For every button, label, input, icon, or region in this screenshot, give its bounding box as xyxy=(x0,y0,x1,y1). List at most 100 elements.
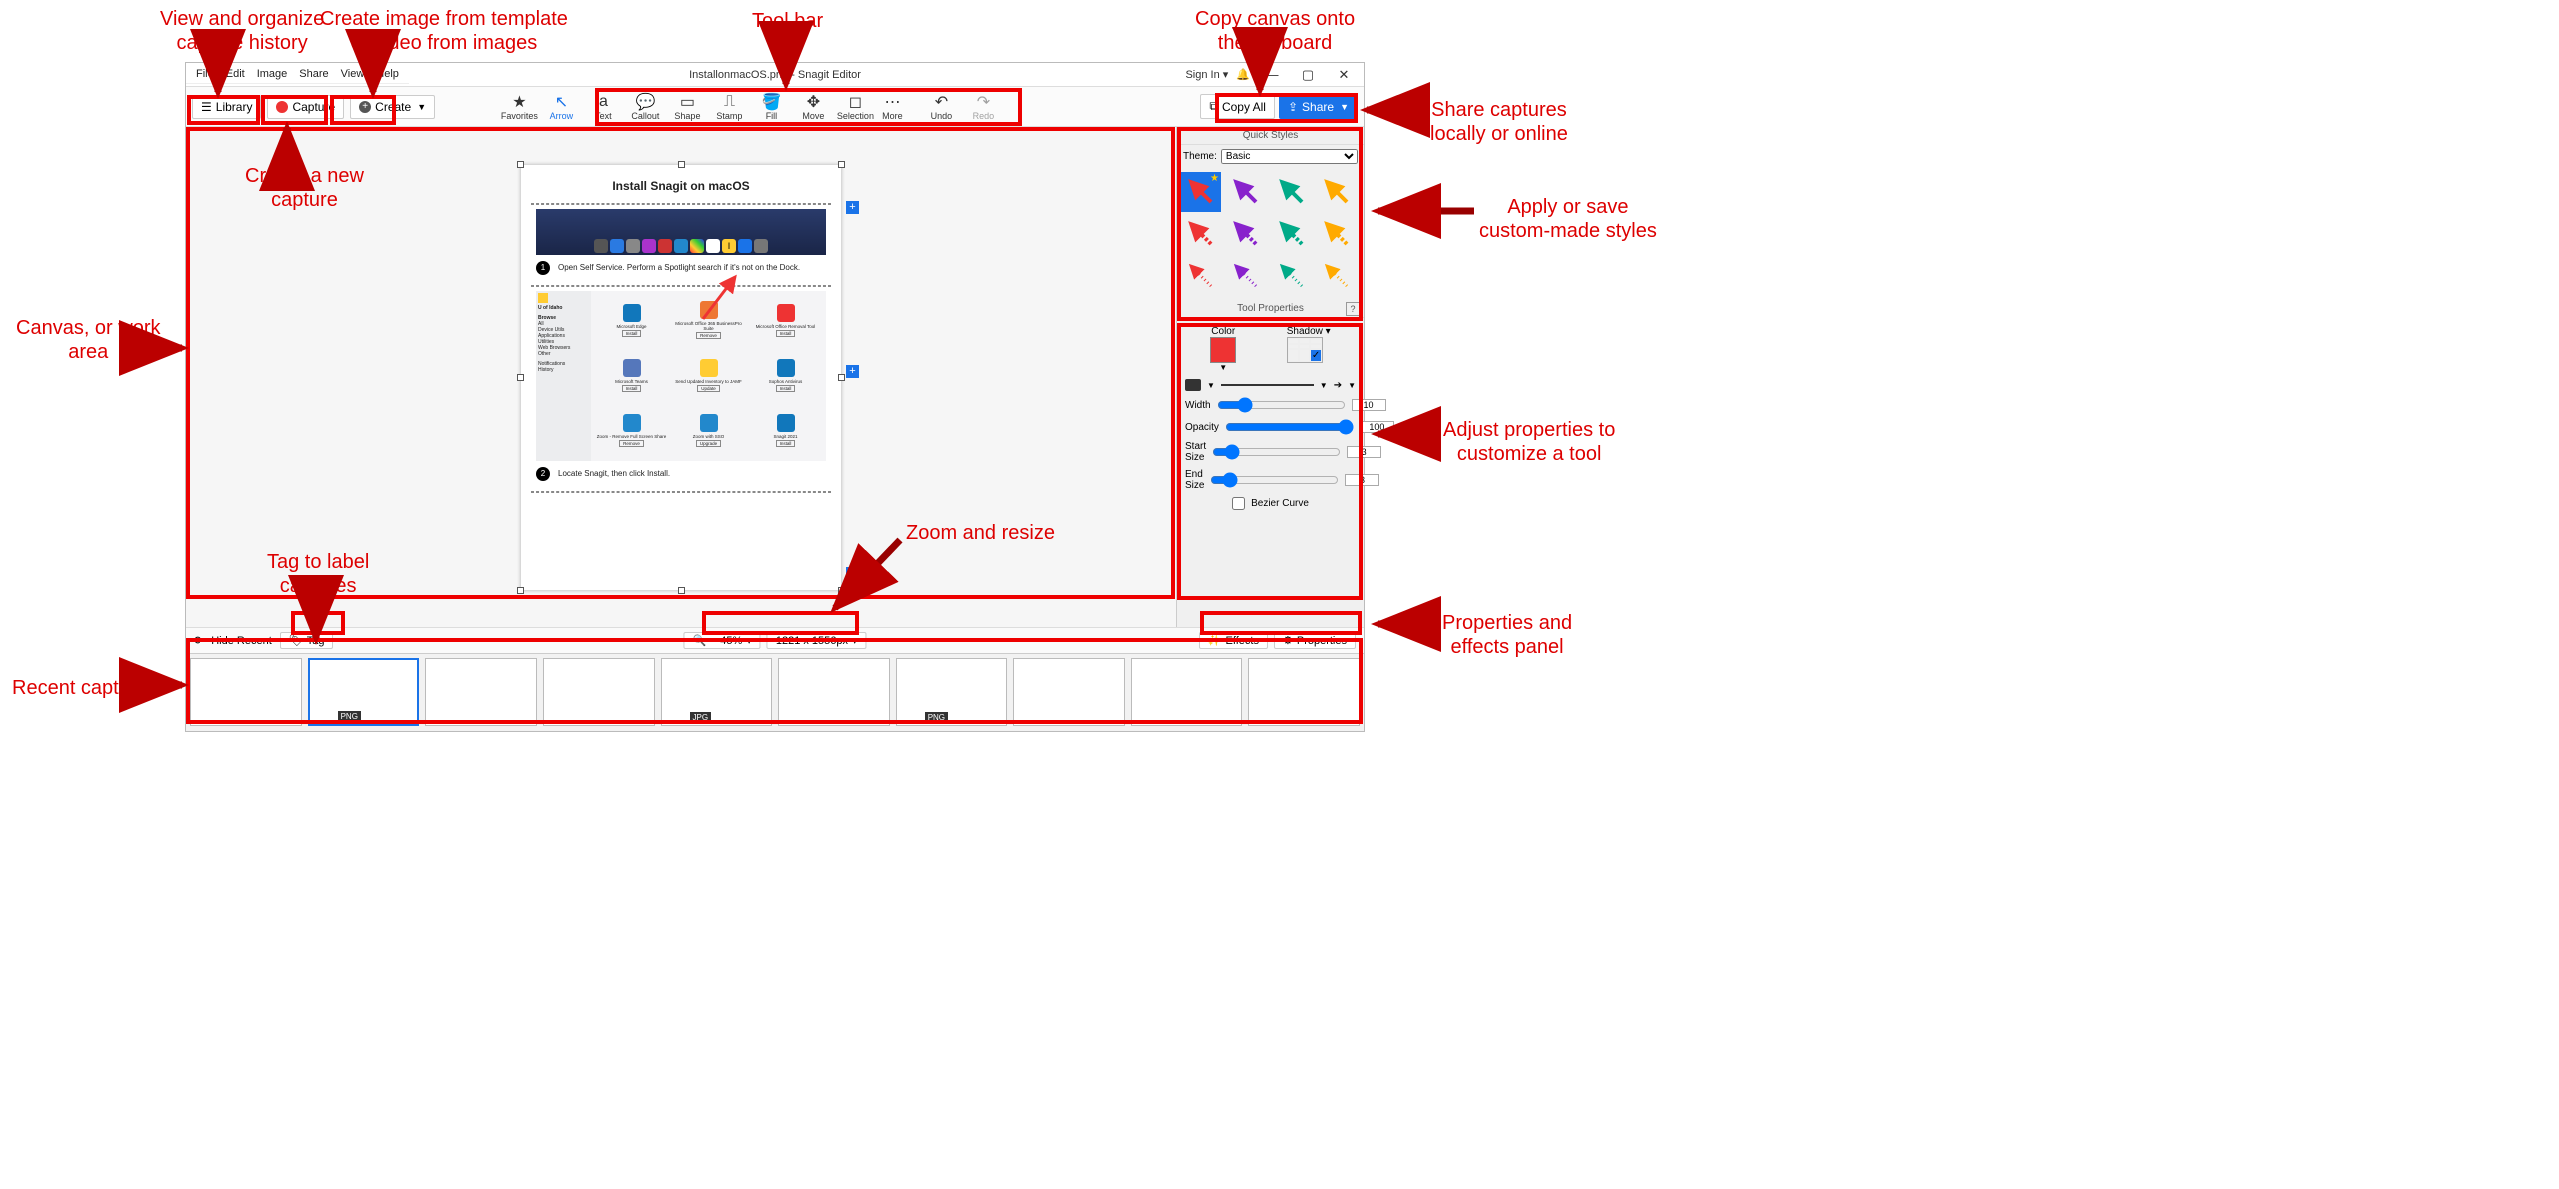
quick-style-10[interactable] xyxy=(1226,256,1266,296)
thumbnail[interactable]: PNG xyxy=(896,658,1008,726)
end-style-left[interactable] xyxy=(1185,379,1201,391)
start-size-label: Start Size xyxy=(1185,441,1206,463)
gear-icon: ⚙ xyxy=(1283,634,1293,647)
thumbnail[interactable]: JPG xyxy=(661,658,773,726)
menu-file[interactable]: File xyxy=(196,68,214,80)
caret-down-icon: ▼ xyxy=(417,102,426,112)
theme-select[interactable]: Basic xyxy=(1221,149,1358,164)
opacity-value[interactable] xyxy=(1360,421,1394,433)
end-style-right[interactable]: ➔ xyxy=(1334,380,1342,391)
quick-style-5[interactable] xyxy=(1181,214,1221,254)
share-icon: ⇪ xyxy=(1288,100,1298,114)
tool-callout[interactable]: 💬Callout xyxy=(624,91,666,123)
minimize-button[interactable]: — xyxy=(1258,65,1286,85)
start-size-slider[interactable] xyxy=(1212,444,1341,460)
tool-text[interactable]: aText xyxy=(582,91,624,123)
close-button[interactable]: ✕ xyxy=(1330,65,1358,85)
theme-label: Theme: xyxy=(1183,151,1217,162)
menu-view[interactable]: View xyxy=(341,68,365,80)
library-button[interactable]: ☰ Library xyxy=(192,95,261,119)
quick-style-3[interactable] xyxy=(1272,172,1312,212)
sign-in-link[interactable]: Sign In ▾ xyxy=(1185,68,1228,81)
thumbnail[interactable]: PNG xyxy=(308,658,420,726)
share-button[interactable]: ⇪ Share ▼ xyxy=(1279,94,1358,119)
opacity-slider[interactable] xyxy=(1225,419,1354,435)
bezier-label: Bezier Curve xyxy=(1251,498,1309,509)
callout-library: View and organize capture history xyxy=(160,7,324,55)
notifications-icon[interactable]: 🔔 xyxy=(1236,68,1250,81)
tool-fill[interactable]: 🪣Fill xyxy=(750,91,792,123)
help-icon[interactable]: ? xyxy=(1346,302,1360,316)
tool-selection[interactable]: ◻Selection xyxy=(834,91,876,123)
menu-image[interactable]: Image xyxy=(257,68,288,80)
maximize-button[interactable]: ▢ xyxy=(1294,65,1322,85)
shadow-picker[interactable]: ✓ xyxy=(1287,337,1323,363)
tool-strip: ★Favorites ↖Arrow aText 💬Callout ▭Shape … xyxy=(498,91,1004,123)
tag-icon: 🏷 xyxy=(289,634,303,647)
menu-help[interactable]: Help xyxy=(376,68,399,80)
quick-style-2[interactable] xyxy=(1226,172,1266,212)
quick-style-7[interactable] xyxy=(1272,214,1312,254)
capture-label: Capture xyxy=(292,100,335,114)
plus-badge[interactable]: + xyxy=(846,201,859,214)
shape-icon: ▭ xyxy=(677,93,697,111)
quick-style-9[interactable] xyxy=(1181,256,1221,296)
callout-share: Share captures locally or online xyxy=(1430,98,1568,146)
canvas-document[interactable]: Install Snagit on macOS I 1 Open Self Se… xyxy=(521,165,841,590)
quick-style-6[interactable] xyxy=(1226,214,1266,254)
thumbnail[interactable] xyxy=(1248,658,1360,726)
tool-move[interactable]: ✥Move xyxy=(792,91,834,123)
effects-button[interactable]: ✨Effects xyxy=(1199,632,1268,649)
color-swatch[interactable] xyxy=(1210,337,1236,363)
format-badge: PNG xyxy=(338,711,361,722)
width-value[interactable] xyxy=(1352,399,1386,411)
create-button[interactable]: + Create ▼ xyxy=(350,95,435,119)
menu-share[interactable]: Share xyxy=(299,68,328,80)
dimensions-control[interactable]: 1221 x 1556px ▾ xyxy=(767,632,867,649)
tool-more[interactable]: ⋯More xyxy=(876,91,908,123)
end-size-value[interactable] xyxy=(1345,474,1379,486)
menu-edit[interactable]: Edit xyxy=(226,68,245,80)
quick-style-4[interactable] xyxy=(1317,172,1357,212)
thumbnail[interactable] xyxy=(425,658,537,726)
text-icon: a xyxy=(593,93,613,111)
thumbnail[interactable] xyxy=(1131,658,1243,726)
title-bar: File Edit Image Share View Help Installo… xyxy=(186,63,1364,87)
thumbnail[interactable] xyxy=(778,658,890,726)
tool-stamp[interactable]: ⎍Stamp xyxy=(708,91,750,123)
thumbnail[interactable] xyxy=(190,658,302,726)
doc-self-service-image: U of Idaho Browse All Device Utils Appli… xyxy=(536,291,826,461)
properties-button[interactable]: ⚙Properties xyxy=(1274,632,1356,649)
width-slider[interactable] xyxy=(1217,397,1346,413)
format-badge: JPG xyxy=(690,712,712,723)
hide-recent-link[interactable]: Hide Recent xyxy=(211,635,272,647)
doc-title: Install Snagit on macOS xyxy=(612,179,749,193)
zoom-control[interactable]: 🔍 45% ▾ xyxy=(683,632,760,649)
callout-recent: Recent captures xyxy=(12,676,158,700)
capture-button[interactable]: Capture xyxy=(267,95,344,119)
quick-style-12[interactable] xyxy=(1317,256,1357,296)
tag-button[interactable]: 🏷Tag xyxy=(280,632,334,649)
tool-undo[interactable]: ↶Undo xyxy=(920,91,962,123)
tool-favorites[interactable]: ★Favorites xyxy=(498,91,540,123)
plus-badge[interactable]: + xyxy=(846,567,859,580)
bezier-checkbox[interactable] xyxy=(1232,497,1245,510)
tool-redo[interactable]: ↷Redo xyxy=(962,91,1004,123)
copy-all-button[interactable]: ⧉ Copy All xyxy=(1200,94,1275,119)
history-icon: ⟳ xyxy=(194,634,203,647)
quick-style-11[interactable] xyxy=(1272,256,1312,296)
snagit-editor-window: File Edit Image Share View Help Installo… xyxy=(185,62,1365,732)
quick-styles-grid: ★ xyxy=(1177,168,1364,300)
thumbnail[interactable] xyxy=(1013,658,1125,726)
tool-shape[interactable]: ▭Shape xyxy=(666,91,708,123)
quick-style-1[interactable]: ★ xyxy=(1181,172,1221,212)
tool-arrow[interactable]: ↖Arrow xyxy=(540,91,582,123)
quick-style-8[interactable] xyxy=(1317,214,1357,254)
start-size-value[interactable] xyxy=(1347,446,1381,458)
create-label: Create xyxy=(375,100,411,114)
end-size-slider[interactable] xyxy=(1210,472,1339,488)
record-icon xyxy=(276,101,288,113)
plus-badge[interactable]: + xyxy=(846,365,859,378)
redo-icon: ↷ xyxy=(973,93,993,111)
thumbnail[interactable] xyxy=(543,658,655,726)
